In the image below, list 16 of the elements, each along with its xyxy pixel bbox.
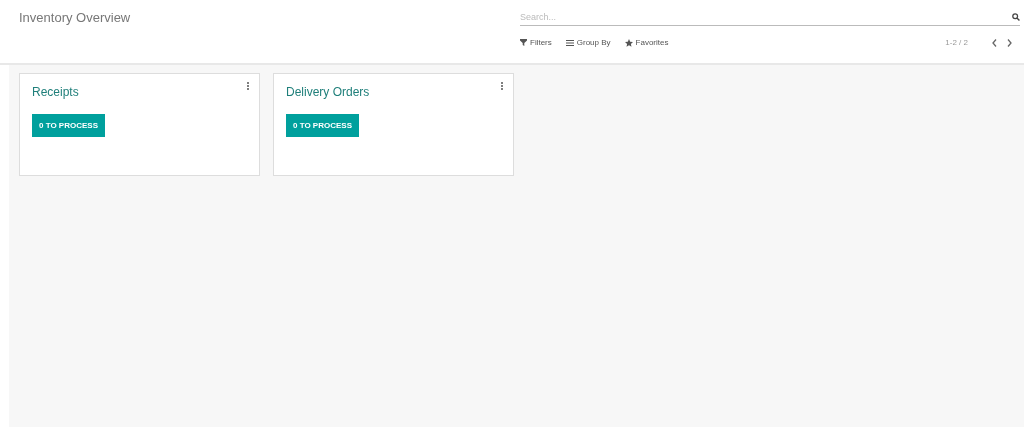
card-title[interactable]: Delivery Orders — [286, 85, 370, 99]
list-icon — [565, 39, 574, 46]
filter-menu-button[interactable]: Group By — [565, 38, 611, 47]
star-icon — [624, 38, 633, 47]
filter-icon — [520, 39, 527, 46]
page-title: Inventory Overview — [18, 9, 132, 27]
process-button[interactable]: 0 TO PROCESS — [286, 114, 359, 137]
card-title[interactable]: Receipts — [32, 85, 79, 99]
filter-menu-button[interactable]: Filters — [520, 38, 552, 47]
search-field[interactable]: Search... — [520, 11, 1012, 22]
process-button[interactable]: 0 TO PROCESS — [32, 114, 105, 137]
filter-menu-button[interactable]: Favorites — [624, 38, 669, 47]
pager-counter: 1-2 / 2 — [945, 38, 968, 47]
previous-icon[interactable] — [992, 38, 997, 47]
search-icon[interactable] — [1012, 12, 1020, 21]
next-icon[interactable] — [1007, 38, 1012, 47]
